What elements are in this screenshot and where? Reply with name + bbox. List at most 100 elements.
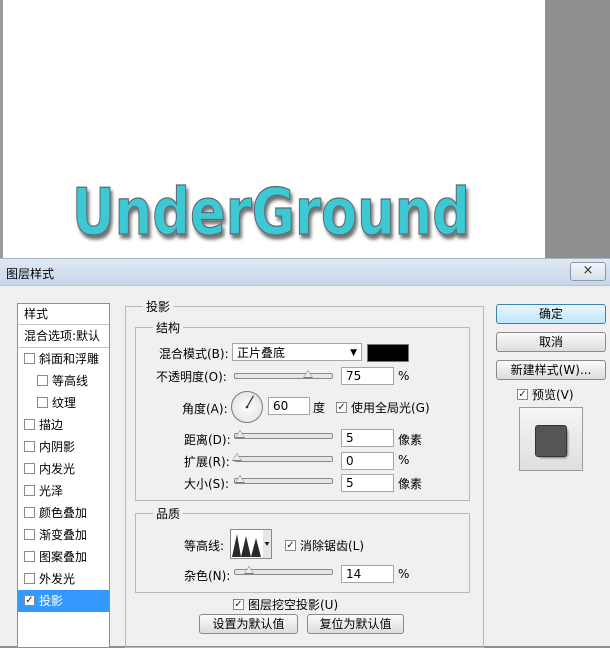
distance-slider[interactable] xyxy=(234,430,333,439)
style-list: 样式 混合选项:默认 斜面和浮雕等高线纹理描边内阴影内发光光泽颜色叠加渐变叠加图… xyxy=(17,303,110,648)
opacity-input[interactable]: 75 xyxy=(341,367,394,385)
spread-slider-thumb[interactable] xyxy=(232,453,242,461)
distance-input[interactable]: 5 xyxy=(341,429,394,447)
opacity-unit: % xyxy=(398,369,410,383)
style-item-checkbox[interactable] xyxy=(24,529,35,540)
noise-input[interactable]: 14 xyxy=(341,565,394,583)
blend-mode-value: 正片叠底 xyxy=(237,346,286,360)
style-item-label: 颜色叠加 xyxy=(39,506,88,520)
style-item[interactable]: 斜面和浮雕 xyxy=(18,348,109,370)
angle-input[interactable]: 60 xyxy=(268,397,310,415)
shadow-color-swatch[interactable] xyxy=(367,344,409,362)
noise-slider-thumb[interactable] xyxy=(244,566,254,574)
opacity-slider-thumb[interactable] xyxy=(302,370,313,378)
size-slider[interactable] xyxy=(234,475,333,484)
style-item-label: 渐变叠加 xyxy=(39,528,88,542)
style-item[interactable]: 等高线 xyxy=(18,370,109,392)
dialog-titlebar[interactable]: 图层样式 × xyxy=(0,259,610,286)
style-item[interactable]: 描边 xyxy=(18,414,109,436)
structure-title: 结构 xyxy=(153,319,184,336)
canvas-artwork: UnderGround xyxy=(71,175,470,250)
dialog-title: 图层样式 xyxy=(6,267,55,281)
style-item-checkbox[interactable] xyxy=(24,353,35,364)
angle-unit: 度 xyxy=(313,401,326,415)
style-item[interactable]: ✓ 投影 xyxy=(18,590,109,612)
style-item-checkbox[interactable] xyxy=(24,485,35,496)
style-item-checkbox[interactable] xyxy=(37,397,48,408)
new-style-button[interactable]: 新建样式(W)... xyxy=(496,360,606,380)
style-item-checkbox[interactable] xyxy=(24,551,35,562)
style-item[interactable]: 内阴影 xyxy=(18,436,109,458)
style-item-label: 斜面和浮雕 xyxy=(39,352,100,366)
size-slider-thumb[interactable] xyxy=(235,475,245,483)
blend-options-item[interactable]: 混合选项:默认 xyxy=(18,325,109,348)
anti-alias-check[interactable]: ✓ xyxy=(285,540,296,551)
spread-slider[interactable] xyxy=(232,453,333,462)
style-item-label: 描边 xyxy=(39,418,64,432)
quality-title: 品质 xyxy=(153,505,184,522)
style-item[interactable]: 颜色叠加 xyxy=(18,502,109,524)
style-item-label: 投影 xyxy=(39,594,64,608)
style-item-checkbox[interactable] xyxy=(24,573,35,584)
close-icon[interactable]: × xyxy=(570,262,606,281)
panel-title: 投影 xyxy=(143,298,174,315)
style-item-checkbox[interactable] xyxy=(37,375,48,386)
reset-default-button[interactable]: 复位为默认值 xyxy=(307,614,404,634)
style-item[interactable]: 内发光 xyxy=(18,458,109,480)
style-item-checkbox[interactable]: ✓ xyxy=(24,595,35,606)
preview-label: 预览(V) xyxy=(532,388,574,402)
style-item-label: 图案叠加 xyxy=(39,550,88,564)
spread-input[interactable]: 0 xyxy=(341,452,394,470)
distance-unit: 像素 xyxy=(398,433,423,447)
blend-mode-label: 混合模式(B): xyxy=(159,347,229,361)
global-light-checkbox[interactable]: ✓ 使用全局光(G) xyxy=(336,399,430,416)
contour-picker[interactable] xyxy=(230,529,272,559)
ok-button[interactable]: 确定 xyxy=(496,304,606,324)
opacity-slider[interactable] xyxy=(234,370,333,379)
preview-check[interactable]: ✓ xyxy=(517,389,528,400)
preview-checkbox[interactable]: ✓ 预览(V) xyxy=(517,386,574,403)
distance-slider-thumb[interactable] xyxy=(235,430,245,438)
style-item[interactable]: 外发光 xyxy=(18,568,109,590)
style-item[interactable]: 光泽 xyxy=(18,480,109,502)
layer-style-dialog: 图层样式 × 样式 混合选项:默认 斜面和浮雕等高线纹理描边内阴影内发光光泽颜色… xyxy=(0,258,610,648)
contour-label: 等高线: xyxy=(184,539,225,553)
knockout-check[interactable]: ✓ xyxy=(233,599,244,610)
angle-label: 角度(A): xyxy=(182,402,228,416)
size-label: 大小(S): xyxy=(184,477,230,491)
global-light-label: 使用全局光(G) xyxy=(351,401,430,415)
style-item-checkbox[interactable] xyxy=(24,441,35,452)
style-item-label: 内阴影 xyxy=(39,440,76,454)
make-default-button[interactable]: 设置为默认值 xyxy=(199,614,298,634)
anti-alias-label: 消除锯齿(L) xyxy=(300,539,365,553)
knockout-checkbox[interactable]: ✓ 图层挖空投影(U) xyxy=(233,596,338,613)
noise-slider[interactable] xyxy=(234,566,333,575)
document-canvas: UnderGround xyxy=(0,0,545,262)
style-item-label: 等高线 xyxy=(52,374,89,388)
workspace-background xyxy=(545,0,610,262)
distance-label: 距离(D): xyxy=(184,433,231,447)
style-item-checkbox[interactable] xyxy=(24,463,35,474)
style-item-checkbox[interactable] xyxy=(24,419,35,430)
angle-dial-needle xyxy=(245,395,255,409)
styles-header[interactable]: 样式 xyxy=(18,304,109,325)
angle-dial[interactable] xyxy=(231,391,263,423)
knockout-label: 图层挖空投影(U) xyxy=(248,598,339,612)
style-item[interactable]: 图案叠加 xyxy=(18,546,109,568)
style-item-checkbox[interactable] xyxy=(24,507,35,518)
size-input[interactable]: 5 xyxy=(341,474,394,492)
style-item-label: 内发光 xyxy=(39,462,76,476)
chevron-down-icon: ▼ xyxy=(350,348,357,358)
style-item-label: 纹理 xyxy=(52,396,77,410)
style-item[interactable]: 渐变叠加 xyxy=(18,524,109,546)
noise-label: 杂色(N): xyxy=(184,569,231,583)
canvas-text: UnderGround xyxy=(72,176,470,250)
cancel-button[interactable]: 取消 xyxy=(496,332,606,352)
anti-alias-checkbox[interactable]: ✓ 消除锯齿(L) xyxy=(285,537,364,554)
style-item-label: 光泽 xyxy=(39,484,64,498)
opacity-label: 不透明度(O): xyxy=(156,370,227,384)
blend-mode-select[interactable]: 正片叠底 ▼ xyxy=(232,343,362,361)
style-item[interactable]: 纹理 xyxy=(18,392,109,414)
global-light-check[interactable]: ✓ xyxy=(336,402,347,413)
noise-unit: % xyxy=(398,567,410,581)
